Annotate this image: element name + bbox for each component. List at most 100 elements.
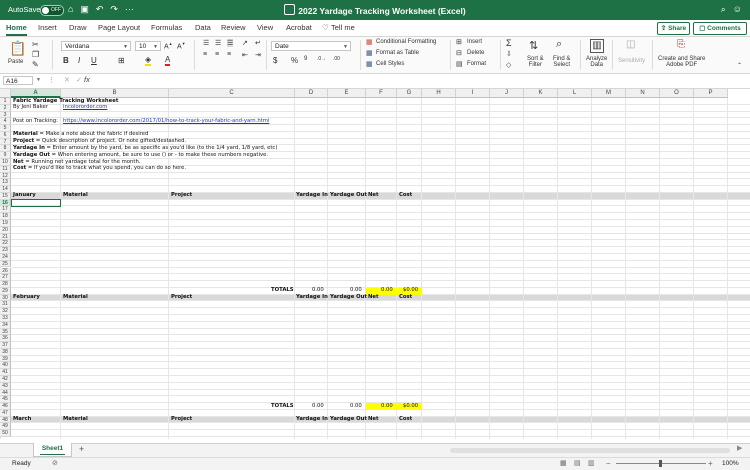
select-all-corner[interactable] — [0, 89, 11, 98]
row-header[interactable]: 12 — [0, 172, 11, 180]
conditional-formatting-icon[interactable]: ▦ — [366, 38, 373, 46]
share-button[interactable]: ⇪ Share — [657, 22, 690, 35]
font-name-select[interactable]: Verdana ▼ — [61, 41, 131, 51]
row-header[interactable]: 22 — [0, 240, 11, 248]
format-painter-icon[interactable]: ✎ — [32, 60, 39, 69]
worksheet-grid[interactable]: A B C D E F G H I J K L M N O P 1 2 3 4 5 6 7 8 9 10 11 12 13 14 15 16 1… — [0, 89, 750, 439]
clear-icon[interactable]: ◇ — [506, 61, 511, 69]
tab-insert[interactable]: Insert — [38, 23, 57, 32]
fx-icon[interactable]: fx — [84, 75, 90, 84]
sensitivity-button[interactable]: Sensitivity — [618, 58, 645, 64]
indent-icon[interactable]: ⇤ — [242, 51, 248, 59]
account-icon[interactable]: ☺ — [733, 4, 742, 14]
wrap-text-icon[interactable]: ↵ — [255, 39, 261, 47]
row-header[interactable]: 11 — [0, 165, 11, 173]
row-header[interactable]: 14 — [0, 186, 11, 193]
row-header[interactable]: 40 — [0, 362, 11, 370]
row-header[interactable]: 8 — [0, 145, 11, 153]
column-header-d[interactable]: D — [295, 89, 328, 98]
column-header-p[interactable]: P — [694, 89, 728, 98]
row-header[interactable]: 17 — [0, 206, 11, 214]
autosum-icon[interactable]: Σ — [506, 38, 512, 48]
percent-icon[interactable]: % — [291, 56, 298, 65]
zoom-in-icon[interactable]: + — [708, 459, 713, 468]
format-cells-icon[interactable]: ▤ — [456, 60, 463, 68]
decrease-decimal-icon[interactable]: .00 — [333, 56, 340, 62]
cell-styles-icon[interactable]: ▦ — [366, 60, 373, 68]
sensitivity-icon[interactable]: ◫ — [626, 39, 635, 50]
row-header[interactable]: 38 — [0, 348, 11, 356]
row-header[interactable]: 24 — [0, 253, 11, 261]
row-header[interactable]: 26 — [0, 267, 11, 275]
collapse-ribbon-icon[interactable]: ⌃ — [737, 62, 742, 69]
font-size-select[interactable]: 10 ▼ — [135, 41, 161, 51]
row-header[interactable]: 41 — [0, 369, 11, 376]
delete-cells-icon[interactable]: ⊟ — [456, 49, 462, 57]
row-header[interactable]: 19 — [0, 220, 11, 227]
format-button[interactable]: Format — [467, 61, 486, 67]
row-header[interactable]: 37 — [0, 342, 11, 349]
column-header-o[interactable]: O — [660, 89, 694, 98]
create-share-pdf-button[interactable]: Create and Share Adobe PDF — [658, 56, 705, 68]
align-middle-icon[interactable]: ☰ — [215, 39, 221, 47]
underline-icon[interactable]: U — [91, 56, 97, 65]
format-as-table-button[interactable]: Format as Table — [376, 50, 419, 56]
italic-icon[interactable]: I — [78, 56, 80, 65]
row-header[interactable]: 43 — [0, 382, 11, 390]
align-left-icon[interactable]: ≡ — [203, 51, 207, 58]
row-header[interactable]: 10 — [0, 159, 11, 166]
sort-filter-icon[interactable]: ⇅ — [529, 39, 538, 52]
currency-icon[interactable]: $ — [273, 56, 277, 65]
row-header[interactable]: 36 — [0, 335, 11, 343]
add-sheet-icon[interactable]: + — [79, 444, 84, 454]
row-header[interactable]: 31 — [0, 301, 11, 309]
fill-color-icon[interactable]: ◈ — [145, 56, 152, 66]
tab-formulas[interactable]: Formulas — [151, 23, 182, 32]
row-header[interactable]: 42 — [0, 375, 11, 383]
comments-button[interactable]: ▢ Comments — [693, 22, 747, 35]
find-icon[interactable]: ⌕ — [556, 38, 562, 51]
column-header-l[interactable]: L — [558, 89, 592, 98]
tab-home[interactable]: Home — [6, 23, 27, 36]
row-header[interactable]: 34 — [0, 321, 11, 329]
clipboard-icon[interactable]: 📋 — [9, 40, 26, 57]
row-header[interactable]: 45 — [0, 396, 11, 404]
horizontal-scrollbar[interactable] — [450, 448, 730, 453]
enter-icon[interactable]: ✓ — [76, 76, 82, 84]
tab-tell-me[interactable]: Tell me — [331, 23, 355, 32]
row-header[interactable]: 20 — [0, 226, 11, 234]
tab-view[interactable]: View — [257, 23, 273, 32]
name-box-dropdown-icon[interactable]: ▼ — [36, 77, 41, 83]
row-header[interactable]: 25 — [0, 260, 11, 268]
cancel-icon[interactable]: ✕ — [64, 76, 70, 84]
formula-input[interactable] — [97, 75, 747, 86]
row-header[interactable]: 33 — [0, 314, 11, 322]
row-header[interactable]: 27 — [0, 274, 11, 282]
row-header[interactable]: 21 — [0, 233, 11, 241]
adobe-pdf-icon[interactable]: ⎘ — [677, 39, 685, 50]
delete-button[interactable]: Delete — [467, 50, 484, 56]
sheet-tab[interactable]: Sheet1 — [33, 443, 72, 457]
column-header-h[interactable]: H — [422, 89, 456, 98]
row-header[interactable]: 13 — [0, 179, 11, 187]
row-header[interactable]: 2 — [0, 104, 11, 112]
comma-icon[interactable]: 9 — [304, 56, 307, 62]
name-box[interactable]: A16 — [3, 76, 33, 85]
row-header[interactable]: 18 — [0, 213, 11, 221]
normal-view-icon[interactable]: ▦ — [560, 459, 567, 467]
row-header[interactable]: 35 — [0, 328, 11, 336]
post-link[interactable]: https://www.incolororder.com/2017/01/how… — [63, 118, 269, 125]
insert-button[interactable]: Insert — [467, 39, 482, 45]
paste-label[interactable]: Paste — [8, 59, 23, 65]
insert-cells-icon[interactable]: ⊞ — [456, 38, 462, 46]
font-color-icon[interactable]: A — [165, 56, 171, 66]
row-header[interactable]: 9 — [0, 152, 11, 159]
zoom-slider-thumb[interactable] — [659, 460, 662, 467]
row-header[interactable]: 28 — [0, 281, 11, 288]
align-top-icon[interactable]: ☰ — [203, 39, 209, 47]
row-header[interactable]: 16 — [0, 199, 11, 207]
cell-styles-button[interactable]: Cell Styles — [376, 61, 404, 67]
column-header-c[interactable]: C — [169, 89, 295, 98]
row-header[interactable]: 23 — [0, 247, 11, 254]
cut-icon[interactable]: ✂ — [32, 40, 39, 49]
